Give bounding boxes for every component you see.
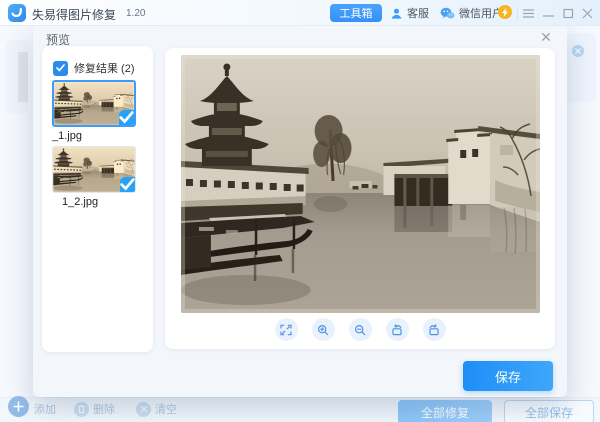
thumbnail-filename: _1.jpg [52, 130, 136, 142]
result-thumbnail-item[interactable]: 1_2.jpg [52, 146, 136, 208]
toolbox-button[interactable]: 工具箱 [330, 4, 382, 22]
app-logo-icon [8, 4, 26, 22]
toolbar-divider [517, 6, 518, 20]
close-window-button[interactable] [579, 5, 595, 21]
app-title: 失易得图片修复 [32, 6, 116, 23]
results-count-label: 修复结果 (2) [74, 60, 135, 76]
select-all-checkbox[interactable] [53, 61, 68, 76]
modal-close-icon[interactable]: ✕ [537, 28, 555, 46]
wechat-user-label: 微信用户 [459, 5, 503, 21]
zoom-in-button[interactable] [312, 318, 335, 341]
selected-check-icon [120, 177, 135, 192]
result-thumbnail-item[interactable]: _1.jpg [52, 80, 136, 142]
minimize-button[interactable] [540, 5, 556, 21]
selected-check-icon [119, 110, 134, 125]
support-label: 客服 [407, 5, 429, 21]
title-bar: 失易得图片修复 1.20 工具箱 客服 微信用户 [0, 0, 600, 26]
vip-badge-icon[interactable] [498, 5, 512, 19]
rotate-right-button[interactable] [423, 318, 446, 341]
wechat-user-button[interactable]: 微信用户 [440, 4, 503, 22]
zoom-out-button[interactable] [349, 318, 372, 341]
menu-button[interactable] [520, 5, 536, 21]
viewer-toolbar [165, 318, 555, 341]
rotate-left-button[interactable] [386, 318, 409, 341]
thumbnail-filename: 1_2.jpg [52, 196, 136, 208]
support-button[interactable]: 客服 [390, 4, 429, 22]
results-header: 修复结果 (2) [53, 60, 135, 76]
app-version: 1.20 [126, 8, 145, 19]
preview-modal: 预览 ✕ 修复结果 (2) _1.jpg [33, 25, 567, 397]
save-button[interactable]: 保存 [463, 361, 553, 391]
preview-photo [181, 55, 540, 313]
person-icon [390, 7, 403, 20]
wechat-icon [440, 7, 455, 20]
preview-panel [165, 48, 555, 349]
thumbnail-image [52, 146, 136, 193]
thumbnail-image [52, 80, 136, 127]
fit-to-screen-button[interactable] [275, 318, 298, 341]
results-panel: 修复结果 (2) _1.jpg 1_2.jpg [42, 46, 153, 352]
maximize-button[interactable] [560, 5, 576, 21]
